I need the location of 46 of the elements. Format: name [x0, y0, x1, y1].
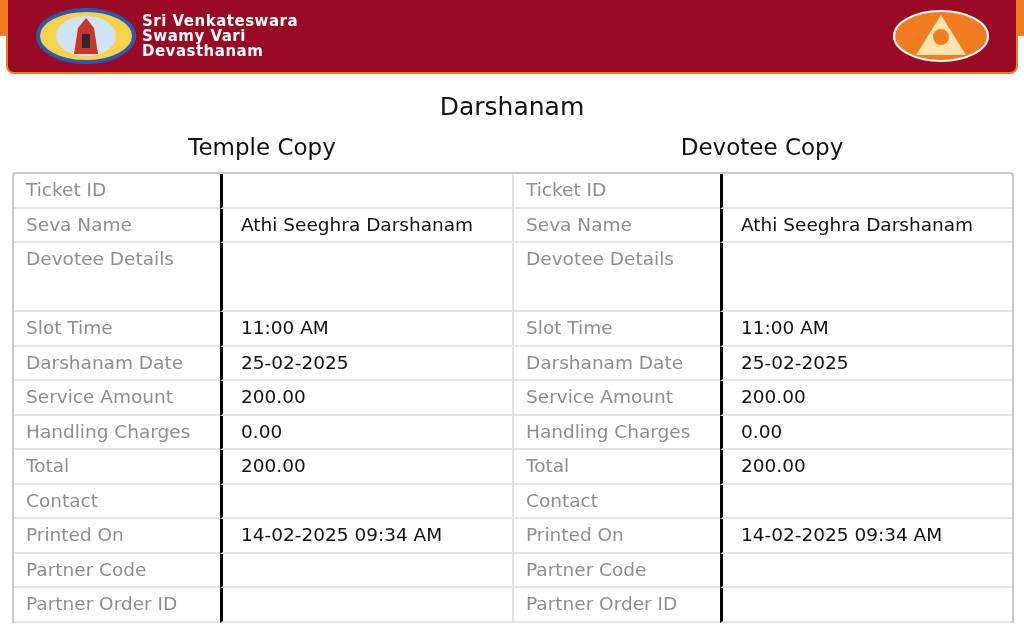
- field-value: Athi Seeghra Darshanam: [220, 208, 512, 243]
- page-title: Darshanam: [438, 92, 586, 122]
- copy-heading: Devotee Copy: [679, 133, 845, 162]
- field-value: 200.00: [720, 381, 1012, 416]
- field-label: Contact: [14, 484, 220, 519]
- field-value: 200.00: [220, 381, 512, 416]
- field-value: 11:00 AM: [220, 312, 512, 347]
- temple-emblem-icon: [36, 8, 136, 64]
- field-label: Seva Name: [14, 208, 220, 243]
- organization-name: Swamy Vari: [142, 28, 246, 44]
- field-label: Partner Code: [14, 553, 220, 588]
- field-label: Devotee Details: [514, 243, 720, 312]
- field-label: Total: [14, 450, 220, 485]
- field-label: Ticket ID: [14, 174, 220, 209]
- field-value: 25-02-2025: [720, 346, 1012, 381]
- field-label: Service Amount: [14, 381, 220, 416]
- field-label: Service Amount: [514, 381, 720, 416]
- organization-name: Sri Venkateswara: [142, 13, 299, 29]
- organization-name: Devasthanam: [142, 43, 265, 59]
- copy-heading: Temple Copy: [187, 133, 337, 162]
- field-value: 0.00: [220, 415, 512, 450]
- field-label: Contact: [514, 484, 720, 519]
- field-value: 200.00: [220, 450, 512, 485]
- field-label: Devotee Details: [14, 243, 220, 312]
- field-label: Total: [514, 450, 720, 485]
- field-label: Handling Charges: [514, 415, 720, 450]
- field-value: 14-02-2025 09:34 AM: [720, 519, 1012, 554]
- field-label: Partner Order ID: [514, 588, 720, 623]
- field-label: Printed On: [14, 519, 220, 554]
- field-value: 200.00: [720, 450, 1012, 485]
- field-label: Partner Order ID: [14, 588, 220, 623]
- field-value: 11:00 AM: [720, 312, 1012, 347]
- om-seal-icon: [892, 9, 990, 63]
- field-value: 0.00: [720, 415, 1012, 450]
- field-label: Darshanam Date: [14, 346, 220, 381]
- field-label: Handling Charges: [14, 415, 220, 450]
- field-label: Darshanam Date: [514, 346, 720, 381]
- field-label: Ticket ID: [514, 174, 720, 209]
- field-value: 14-02-2025 09:34 AM: [220, 519, 512, 554]
- field-label: Slot Time: [14, 312, 220, 347]
- field-value: Athi Seeghra Darshanam: [720, 208, 1012, 243]
- field-label: Partner Code: [514, 553, 720, 588]
- field-label: Seva Name: [514, 208, 720, 243]
- field-label: Printed On: [514, 519, 720, 554]
- field-value: 25-02-2025: [220, 346, 512, 381]
- field-label: Slot Time: [514, 312, 720, 347]
